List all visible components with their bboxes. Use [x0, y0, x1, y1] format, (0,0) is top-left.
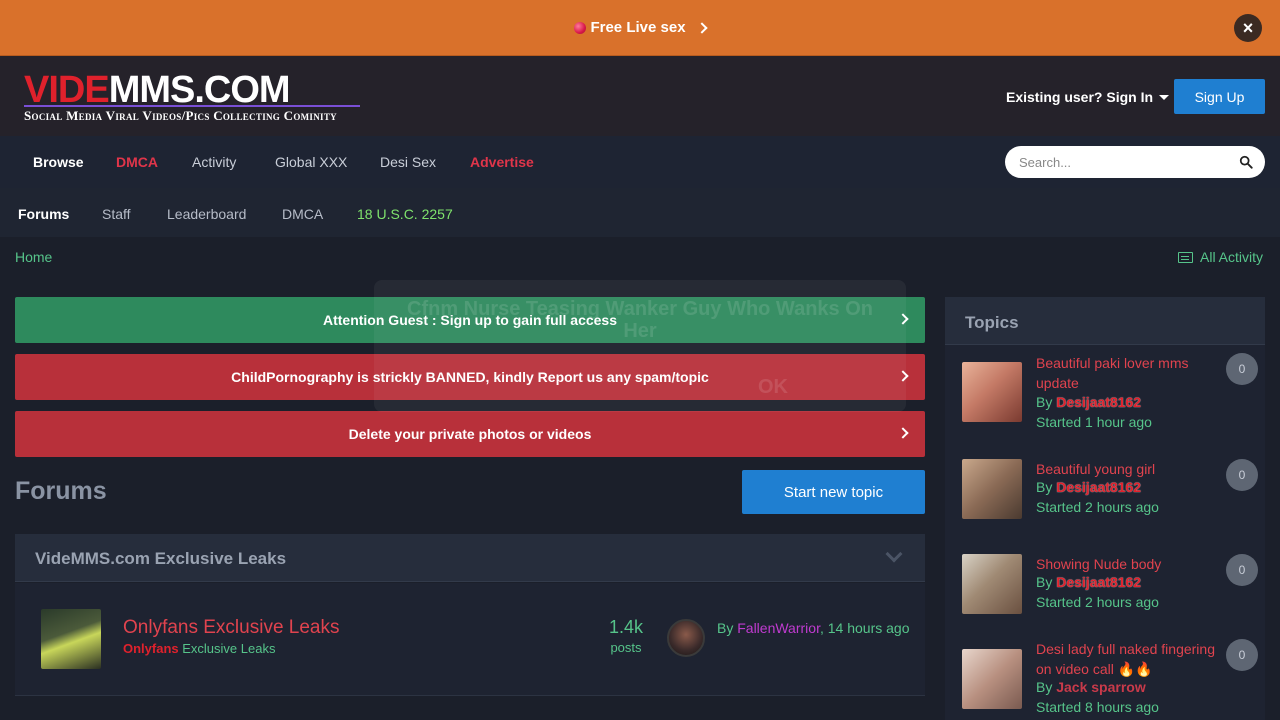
- forum-post-count: 1.4k posts: [609, 617, 643, 655]
- nav-advertise[interactable]: Advertise: [470, 154, 534, 170]
- topic-author-link[interactable]: Jack sparrow: [1056, 679, 1146, 695]
- topic-started: Started 8 hours ago: [1036, 699, 1159, 715]
- topic-author-link[interactable]: Desijaat8162: [1056, 574, 1141, 590]
- logo-text: VIDEMMS.COM: [24, 69, 291, 111]
- reply-count-badge: 0: [1226, 554, 1258, 586]
- subforum-link[interactable]: Exclusive Leaks: [182, 641, 275, 656]
- nav-global-xxx[interactable]: Global XXX: [275, 154, 347, 170]
- subforum-link[interactable]: Onlyfans: [123, 641, 179, 656]
- topic-author: By Desijaat8162: [1036, 394, 1142, 410]
- all-activity-label: All Activity: [1200, 249, 1264, 265]
- forum-row: Onlyfans Exclusive Leaks Onlyfans Exclus…: [15, 583, 925, 696]
- post-count-label: posts: [610, 640, 642, 655]
- chevron-right-icon: [897, 427, 909, 439]
- logo-divider: [24, 105, 360, 107]
- last-post-user[interactable]: FallenWarrior: [737, 620, 820, 636]
- all-activity-link[interactable]: All Activity: [1178, 249, 1263, 265]
- chevron-down-icon[interactable]: [885, 545, 903, 563]
- nav-dmca[interactable]: DMCA: [116, 154, 158, 170]
- topic-author-link[interactable]: Desijaat8162: [1056, 479, 1141, 495]
- signin-dropdown[interactable]: Existing user? Sign In: [1006, 89, 1170, 105]
- topic-author: By Desijaat8162: [1036, 574, 1142, 590]
- topic-thumbnail[interactable]: [962, 554, 1022, 614]
- subnav-dmca[interactable]: DMCA: [282, 206, 323, 222]
- topic-thumbnail[interactable]: [962, 362, 1022, 422]
- topic-title[interactable]: Beautiful paki lover mms update: [1036, 353, 1221, 393]
- subnav-staff[interactable]: Staff: [102, 206, 131, 222]
- search-input[interactable]: [1019, 154, 1229, 170]
- avatar[interactable]: [667, 619, 705, 657]
- subnav-forums[interactable]: Forums: [18, 206, 69, 222]
- sidebar-header: Topics: [945, 297, 1265, 345]
- caret-down-icon: [1159, 94, 1170, 100]
- category-title[interactable]: VideMMS.com Exclusive Leaks: [35, 549, 286, 569]
- activity-icon: [1178, 251, 1193, 263]
- forum-name[interactable]: Onlyfans Exclusive Leaks: [123, 617, 340, 639]
- reply-count-badge: 0: [1226, 353, 1258, 385]
- topic-started: Started 1 hour ago: [1036, 414, 1152, 430]
- search-icon[interactable]: [1239, 155, 1253, 169]
- topic-started: Started 2 hours ago: [1036, 499, 1159, 515]
- last-post-meta: By FallenWarrior, 14 hours ago: [717, 620, 910, 636]
- topic-title[interactable]: Showing Nude body: [1036, 554, 1221, 574]
- signup-button[interactable]: Sign Up: [1174, 79, 1265, 114]
- site-logo[interactable]: VIDEMMS.COM Social Media Viral Videos/Pi…: [24, 70, 364, 126]
- page-title: Forums: [15, 477, 107, 505]
- chevron-right-icon: [695, 21, 708, 34]
- forum-subforums: Onlyfans Exclusive Leaks: [123, 641, 275, 656]
- faded-popup-text: Cfnm Nurse Teasing Wanker Guy Who Wanks …: [407, 298, 873, 342]
- subnav-2257[interactable]: 18 U.S.C. 2257: [357, 206, 453, 222]
- reply-count-badge: 0: [1226, 639, 1258, 671]
- topic-thumbnail[interactable]: [962, 459, 1022, 519]
- topic-thumbnail[interactable]: [962, 649, 1022, 709]
- reply-count-badge: 0: [1226, 459, 1258, 491]
- breadcrumb-home[interactable]: Home: [15, 249, 52, 265]
- sidebar-title: Topics: [965, 313, 1019, 332]
- promo-bar: Free Live sex ×: [0, 0, 1280, 56]
- banner-text: Delete your private photos or videos: [348, 426, 592, 442]
- start-new-topic-button[interactable]: Start new topic: [742, 470, 925, 514]
- topics-sidebar: Topics Beautiful paki lover mms update B…: [945, 297, 1265, 720]
- forum-thumbnail[interactable]: [41, 609, 101, 669]
- subnav-leaderboard[interactable]: Leaderboard: [167, 206, 246, 222]
- logo-tagline: Social Media Viral Videos/Pics Collectin…: [24, 108, 337, 123]
- search-box: [1005, 146, 1265, 178]
- post-count-value: 1.4k: [609, 617, 644, 637]
- promo-link[interactable]: Free Live sex: [574, 19, 708, 36]
- nav-activity[interactable]: Activity: [192, 154, 236, 170]
- faded-popup-ok: OK: [758, 376, 788, 398]
- nav-browse[interactable]: Browse: [33, 154, 84, 170]
- category-header: VideMMS.com Exclusive Leaks: [15, 534, 925, 582]
- live-dot-icon: [574, 21, 587, 34]
- topic-author: By Desijaat8162: [1036, 479, 1142, 495]
- delete-photos-banner[interactable]: Delete your private photos or videos: [15, 411, 925, 457]
- nav-desi-sex[interactable]: Desi Sex: [380, 154, 436, 170]
- topic-title[interactable]: Beautiful young girl: [1036, 459, 1221, 479]
- topic-author: By Jack sparrow: [1036, 679, 1146, 695]
- promo-label: Free Live sex: [590, 19, 686, 36]
- topic-author-link[interactable]: Desijaat8162: [1056, 394, 1141, 410]
- signin-label: Existing user? Sign In: [1006, 89, 1154, 105]
- topic-started: Started 2 hours ago: [1036, 594, 1159, 610]
- close-icon[interactable]: ×: [1234, 14, 1262, 42]
- topic-title[interactable]: Desi lady full naked fingering on video …: [1036, 639, 1221, 679]
